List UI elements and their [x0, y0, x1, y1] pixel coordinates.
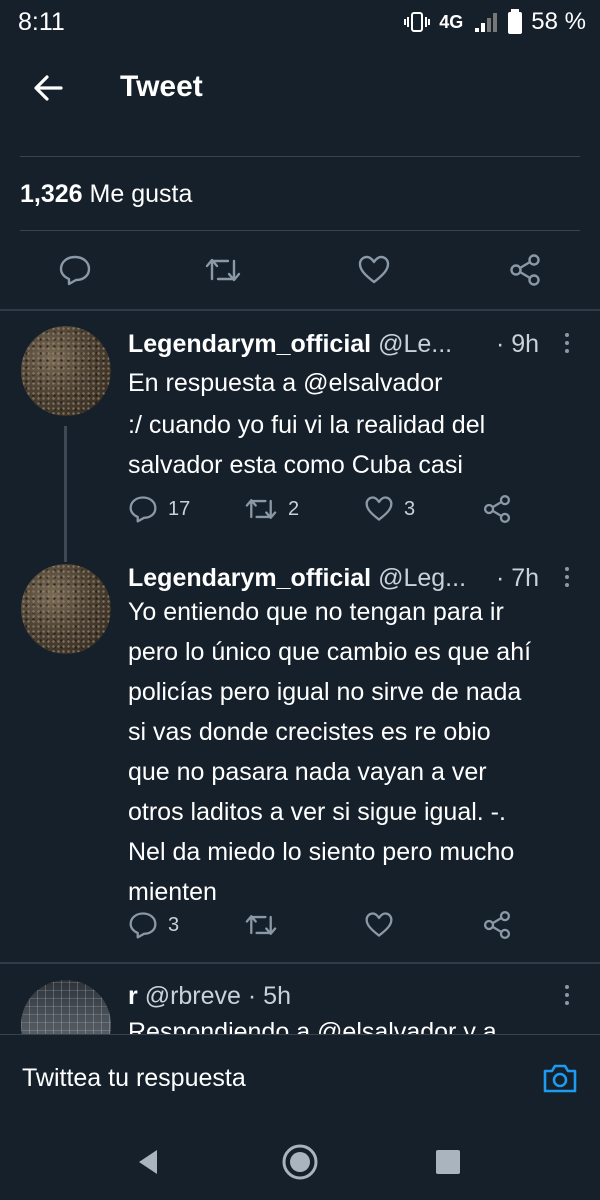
triangle-back-icon: [139, 1150, 157, 1174]
divider: [0, 962, 600, 964]
tweet-actions: 17 2 3: [128, 494, 568, 534]
page-title: Tweet: [120, 70, 203, 103]
tweet-text: Yo entiendo que no tengan para ir pero l…: [128, 592, 531, 912]
heart-icon: [365, 496, 393, 521]
reply-button[interactable]: [55, 250, 95, 290]
more-options-button[interactable]: [557, 980, 577, 1010]
reply-count: 17: [168, 497, 191, 520]
circle-home-icon: [282, 1144, 318, 1180]
retweet-button[interactable]: [244, 910, 278, 940]
tweet-text-line: salvador esta como Cuba casi: [128, 451, 463, 479]
nav-back-button[interactable]: [128, 1142, 168, 1182]
tweet-text-line: mienten: [128, 878, 217, 906]
tweet-header: r @rbreve · 5h: [128, 982, 291, 1011]
tweet-text-line: que no pasara nada vayan a ver: [128, 758, 487, 786]
display-name[interactable]: Legendarym_official: [128, 330, 371, 358]
signal-icon: [475, 13, 498, 32]
status-indicators: 4G 58 %: [403, 8, 586, 36]
vibrate-icon: [404, 12, 431, 32]
heart-icon: [365, 912, 393, 937]
avatar[interactable]: [21, 564, 111, 654]
share-icon: [483, 495, 511, 523]
tweet-text-line: policías pero igual no sirve de nada: [128, 678, 522, 706]
status-bar: 8:11 4G 58 %: [0, 0, 600, 44]
heart-icon: [358, 255, 390, 284]
arrow-left-icon: [34, 75, 63, 101]
share-button[interactable]: [505, 250, 545, 290]
avatar[interactable]: [21, 326, 111, 416]
square-recents-icon: [436, 1150, 460, 1174]
tweet-text-line: si vas donde crecistes es re obio: [128, 718, 491, 746]
more-options-button[interactable]: [557, 562, 577, 592]
tweet-time: · 7h: [496, 564, 540, 592]
retweet-icon: [205, 258, 241, 282]
camera-icon: [543, 1064, 577, 1093]
vertical-dots-icon: [565, 567, 569, 571]
back-button[interactable]: [28, 68, 68, 108]
reply-input[interactable]: Twittea tu respuesta: [22, 1064, 246, 1093]
display-name[interactable]: r: [128, 982, 138, 1010]
retweet-icon: [245, 499, 277, 519]
share-button[interactable]: [482, 910, 512, 940]
divider: [0, 309, 600, 311]
like-count: 3: [404, 497, 416, 520]
reply-button[interactable]: 3: [128, 910, 179, 940]
reply-context[interactable]: En respuesta a @elsalvador: [128, 369, 442, 398]
likes-count: 1,326: [20, 180, 83, 208]
like-button[interactable]: 3: [364, 494, 415, 524]
tweet-text: :/ cuando yo fui vi la realidad del salv…: [128, 405, 485, 485]
network-label: 4G: [439, 11, 464, 32]
battery-label: 58 %: [531, 8, 586, 35]
speech-bubble-icon: [129, 912, 157, 939]
speech-bubble-icon: [59, 255, 91, 286]
battery-icon: [508, 9, 523, 34]
reply-count: 3: [168, 913, 180, 936]
tweet-time-wrap: · 9h: [496, 330, 539, 359]
status-time: 8:11: [18, 8, 65, 36]
share-icon: [483, 911, 511, 939]
share-icon: [510, 254, 540, 286]
more-options-button[interactable]: [557, 328, 577, 358]
camera-button[interactable]: [540, 1058, 580, 1098]
tweet-text-line: pero lo único que cambio es que ahí: [128, 638, 532, 666]
vertical-dots-icon: [565, 333, 569, 337]
likes-label: Me gusta: [89, 180, 193, 208]
tweet-text-line: otros laditos a ver si sigue igual. -.: [128, 798, 506, 826]
system-nav-bar: [0, 1126, 600, 1200]
tweet-time: · 5h: [247, 982, 291, 1010]
like-button[interactable]: [354, 250, 394, 290]
share-button[interactable]: [482, 494, 512, 524]
like-button[interactable]: [364, 910, 394, 940]
retweet-button[interactable]: 2: [244, 494, 299, 524]
tweet-header: Legendarym_official @Leg...: [128, 564, 466, 593]
display-name[interactable]: Legendarym_official: [128, 564, 371, 592]
user-handle[interactable]: @Leg...: [378, 564, 466, 592]
tweet-text-line: :/ cuando yo fui vi la realidad del: [128, 411, 486, 439]
user-handle[interactable]: @Le...: [378, 330, 452, 358]
tweet-action-bar: [0, 250, 600, 294]
tweet-actions: 3: [128, 910, 568, 950]
tweet-text-line: Nel da miedo lo siento pero mucho: [128, 838, 515, 866]
nav-recents-button[interactable]: [428, 1142, 468, 1182]
thread-line: [64, 426, 67, 562]
user-handle[interactable]: @rbreve: [145, 982, 241, 1010]
retweet-button[interactable]: [203, 250, 243, 290]
likes-stat[interactable]: 1,326 Me gusta: [20, 180, 192, 209]
tweet-text-line: Yo entiendo que no tengan para ir: [128, 598, 504, 626]
tweet-header: Legendarym_official @Le...: [128, 330, 452, 359]
nav-home-button[interactable]: [280, 1142, 320, 1182]
vertical-dots-icon: [565, 985, 569, 989]
tweet-time: · 9h: [496, 330, 540, 358]
reply-button[interactable]: 17: [128, 494, 190, 524]
retweet-icon: [245, 915, 277, 935]
speech-bubble-icon: [129, 496, 157, 523]
divider: [20, 230, 580, 231]
divider: [20, 156, 580, 157]
tweet-time-wrap: · 7h: [496, 564, 539, 593]
retweet-count: 2: [288, 497, 300, 520]
